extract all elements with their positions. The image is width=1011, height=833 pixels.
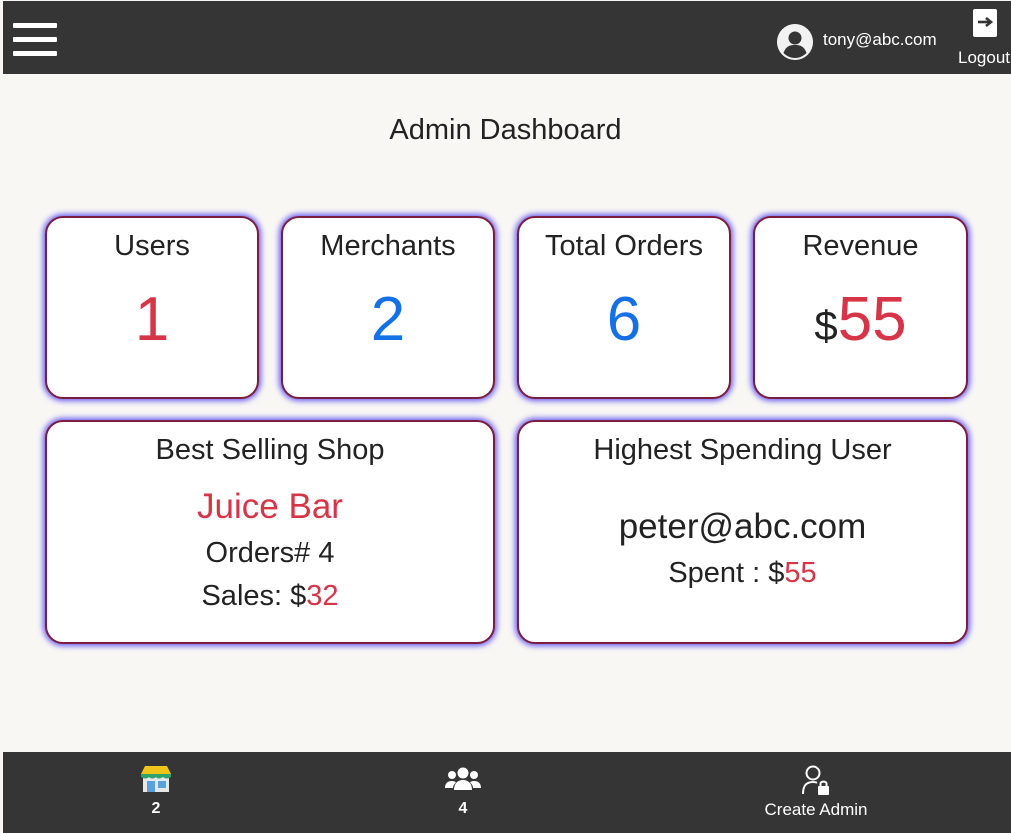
revenue-stat-label: Revenue <box>802 230 919 262</box>
orders-stat-card: Total Orders 6 <box>517 216 731 399</box>
revenue-currency: $ <box>814 302 838 349</box>
orders-stat-label: Total Orders <box>545 230 703 262</box>
logout-icon <box>973 9 997 37</box>
header-user-email: tony@abc.com <box>823 30 937 49</box>
nav-shops-count: 2 <box>151 800 161 817</box>
users-stat-value: 1 <box>134 285 170 354</box>
highest-spending-user-card: Highest Spending User peter@abc.com Spen… <box>517 420 968 644</box>
bottom-nav-bar: 2 4 Create Admin <box>3 752 1011 833</box>
top-app-bar: tony@abc.com Logout <box>3 1 1011 74</box>
page-title: Admin Dashboard <box>389 114 622 146</box>
merchants-stat-value: 2 <box>370 285 406 354</box>
revenue-stat-card: Revenue $55 <box>753 216 968 399</box>
revenue-stat-value: 55 <box>837 285 907 354</box>
users-stat-card: Users 1 <box>45 216 259 399</box>
best-shop-sales-prefix: Sales: $ <box>201 580 307 612</box>
best-selling-shop-card: Best Selling Shop Juice Bar Orders# 4 Sa… <box>45 420 495 644</box>
best-shop-sales-value: 32 <box>306 580 339 612</box>
nav-shops-button[interactable]: 2 <box>133 764 179 818</box>
user-avatar-icon <box>777 24 813 60</box>
merchants-stat-card: Merchants 2 <box>281 216 495 399</box>
best-shop-name: Juice Bar <box>197 487 343 526</box>
best-shop-sales: Sales: $32 <box>47 580 493 613</box>
create-admin-label: Create Admin <box>764 800 868 819</box>
nav-users-count: 4 <box>458 800 468 817</box>
top-user-spent-prefix: Spent : $ <box>668 557 785 589</box>
top-user-spent-value: 55 <box>784 557 817 589</box>
logout-label: Logout <box>958 48 1010 67</box>
top-user-spent: Spent : $55 <box>519 557 966 590</box>
user-account[interactable]: tony@abc.com <box>777 23 937 61</box>
top-user-email: peter@abc.com <box>618 507 867 546</box>
best-shop-title: Best Selling Shop <box>155 434 385 466</box>
create-admin-button[interactable]: Create Admin <box>756 764 876 820</box>
user-lock-icon <box>800 764 832 796</box>
logout-button[interactable]: Logout <box>955 9 1011 71</box>
users-group-icon <box>444 764 482 794</box>
store-icon <box>139 764 173 794</box>
best-shop-orders: Orders# 4 <box>205 537 335 569</box>
top-user-title: Highest Spending User <box>593 434 892 466</box>
users-stat-label: Users <box>114 230 190 262</box>
revenue-stat-amount: $55 <box>755 289 966 351</box>
nav-users-button[interactable]: 4 <box>440 764 486 818</box>
hamburger-menu-icon[interactable] <box>13 23 59 59</box>
merchants-stat-label: Merchants <box>320 230 456 262</box>
orders-stat-value: 6 <box>606 285 642 354</box>
